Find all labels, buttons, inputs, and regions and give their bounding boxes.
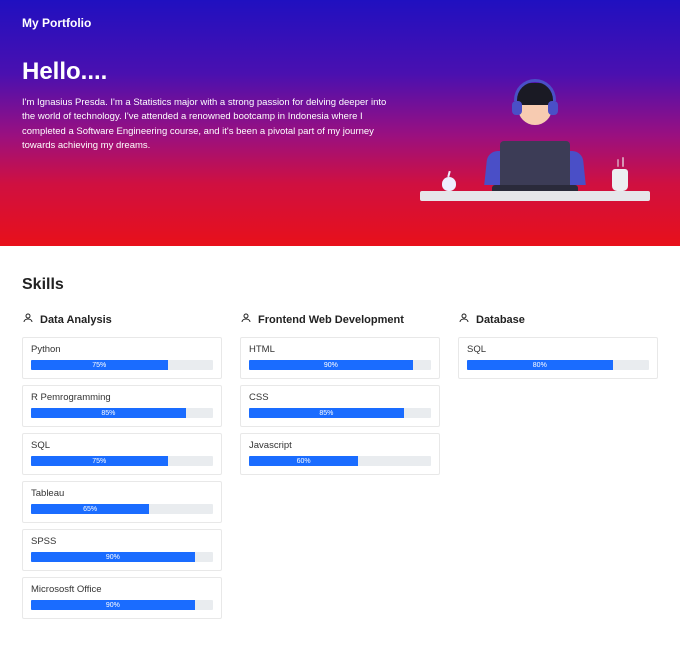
skill-card: HTML 90% bbox=[240, 337, 440, 379]
progress-track: 75% bbox=[31, 456, 213, 466]
skill-card: SQL 75% bbox=[22, 433, 222, 475]
skill-column-label: Database bbox=[476, 314, 525, 326]
progress-track: 85% bbox=[249, 408, 431, 418]
progress-fill: 75% bbox=[31, 456, 168, 466]
skill-card: R Pemrogramming 85% bbox=[22, 385, 222, 427]
skill-card: Tableau 65% bbox=[22, 481, 222, 523]
progress-fill: 90% bbox=[31, 552, 195, 562]
skills-heading: Skills bbox=[22, 276, 658, 294]
progress-track: 75% bbox=[31, 360, 213, 370]
person-icon bbox=[22, 312, 34, 327]
progress-fill: 85% bbox=[249, 408, 404, 418]
skill-column: Database SQL 80% bbox=[458, 312, 658, 625]
skill-card: Python 75% bbox=[22, 337, 222, 379]
progress-track: 90% bbox=[249, 360, 431, 370]
progress-track: 65% bbox=[31, 504, 213, 514]
progress-label: 90% bbox=[106, 602, 120, 609]
skill-name: Micrososft Office bbox=[31, 584, 213, 595]
skill-name: Tableau bbox=[31, 488, 213, 499]
progress-track: 80% bbox=[467, 360, 649, 370]
skills-section: Skills Data Analysis Python 75% R Pemrogram… bbox=[0, 246, 680, 645]
progress-fill: 75% bbox=[31, 360, 168, 370]
skill-card: Javascript 60% bbox=[240, 433, 440, 475]
brand-title: My Portfolio bbox=[22, 16, 658, 30]
person-icon bbox=[240, 312, 252, 327]
skill-card: Micrososft Office 90% bbox=[22, 577, 222, 619]
person-icon bbox=[458, 312, 470, 327]
hero-section: My Portfolio Hello.... I'm Ignasius Pres… bbox=[0, 0, 680, 246]
skill-name: SPSS bbox=[31, 536, 213, 547]
progress-label: 80% bbox=[533, 362, 547, 369]
progress-track: 60% bbox=[249, 456, 431, 466]
progress-fill: 90% bbox=[31, 600, 195, 610]
skill-column-heading: Frontend Web Development bbox=[240, 312, 440, 327]
progress-track: 90% bbox=[31, 552, 213, 562]
skill-name: Javascript bbox=[249, 440, 431, 451]
skill-name: R Pemrogramming bbox=[31, 392, 213, 403]
skill-name: SQL bbox=[31, 440, 213, 451]
skill-name: Python bbox=[31, 344, 213, 355]
progress-label: 60% bbox=[297, 458, 311, 465]
progress-label: 90% bbox=[106, 554, 120, 561]
progress-label: 90% bbox=[324, 362, 338, 369]
skill-card: SPSS 90% bbox=[22, 529, 222, 571]
progress-fill: 60% bbox=[249, 456, 358, 466]
progress-fill: 90% bbox=[249, 360, 413, 370]
progress-label: 65% bbox=[83, 506, 97, 513]
hero-illustration bbox=[420, 41, 650, 201]
hero-intro: I'm Ignasius Presda. I'm a Statistics ma… bbox=[22, 96, 392, 153]
skill-name: SQL bbox=[467, 344, 649, 355]
skill-column-heading: Database bbox=[458, 312, 658, 327]
progress-fill: 85% bbox=[31, 408, 186, 418]
progress-fill: 80% bbox=[467, 360, 613, 370]
progress-track: 90% bbox=[31, 600, 213, 610]
skill-column-label: Data Analysis bbox=[40, 314, 112, 326]
skill-name: CSS bbox=[249, 392, 431, 403]
skill-column-label: Frontend Web Development bbox=[258, 314, 404, 326]
progress-label: 75% bbox=[92, 458, 106, 465]
skill-name: HTML bbox=[249, 344, 431, 355]
skill-card: SQL 80% bbox=[458, 337, 658, 379]
progress-track: 85% bbox=[31, 408, 213, 418]
skill-column-heading: Data Analysis bbox=[22, 312, 222, 327]
progress-label: 85% bbox=[319, 410, 333, 417]
skill-column: Data Analysis Python 75% R Pemrogramming 85%… bbox=[22, 312, 222, 625]
skill-card: CSS 85% bbox=[240, 385, 440, 427]
progress-fill: 65% bbox=[31, 504, 149, 514]
progress-label: 85% bbox=[101, 410, 115, 417]
progress-label: 75% bbox=[92, 362, 106, 369]
skill-column: Frontend Web Development HTML 90% CSS 85% Jav… bbox=[240, 312, 440, 625]
